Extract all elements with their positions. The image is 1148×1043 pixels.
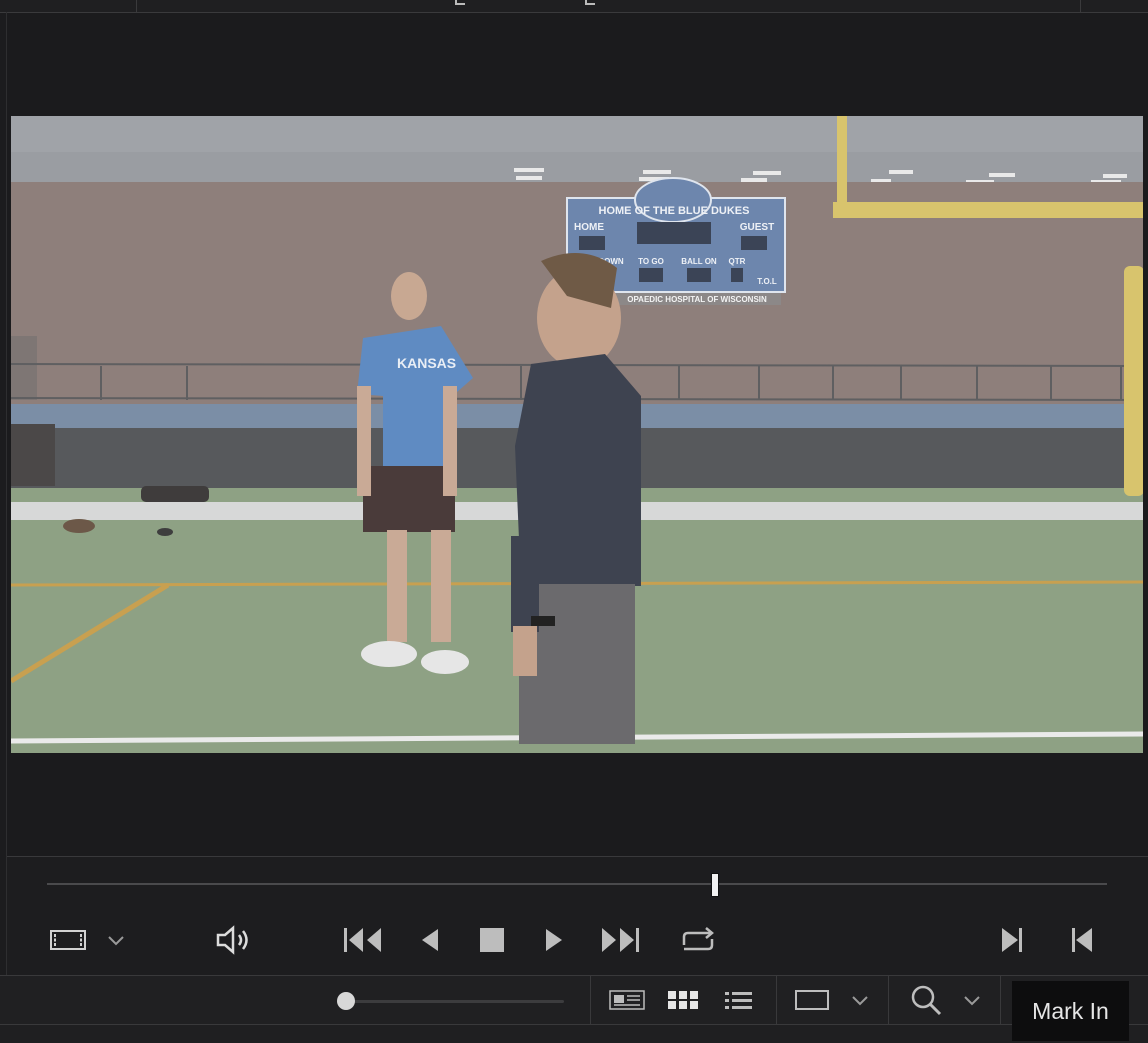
speaker-icon bbox=[216, 925, 248, 955]
step-back-icon bbox=[422, 929, 438, 951]
search-button[interactable] bbox=[906, 982, 946, 1018]
clip-view-dropdown[interactable] bbox=[104, 928, 128, 952]
loop-icon bbox=[682, 927, 714, 951]
svg-text:QTR: QTR bbox=[729, 257, 746, 266]
aspect-button[interactable] bbox=[792, 986, 832, 1014]
list-view-button[interactable] bbox=[720, 986, 758, 1014]
search-icon bbox=[911, 985, 942, 1016]
skip-to-start-icon bbox=[344, 928, 381, 952]
chevron-down-icon bbox=[852, 996, 868, 1006]
svg-text:KANSAS: KANSAS bbox=[397, 355, 456, 371]
svg-text:TO GO: TO GO bbox=[638, 257, 664, 266]
mark-in-icon bbox=[1002, 928, 1022, 952]
toolbar-divider bbox=[776, 976, 777, 1025]
svg-text:T.O.L: T.O.L bbox=[757, 277, 777, 286]
aspect-dropdown[interactable] bbox=[848, 988, 872, 1012]
mark-in-tooltip: Mark In bbox=[1012, 981, 1129, 1041]
mark-out-icon bbox=[1072, 928, 1092, 952]
svg-text:OPAEDIC HOSPITAL OF WISCONSIN: OPAEDIC HOSPITAL OF WISCONSIN bbox=[627, 295, 767, 304]
toolbar-divider bbox=[590, 976, 591, 1025]
transport-panel bbox=[7, 856, 1148, 976]
thumbnail-zoom-slider[interactable] bbox=[346, 1000, 564, 1003]
play-button[interactable] bbox=[538, 922, 570, 958]
skip-to-start-button[interactable] bbox=[340, 922, 386, 958]
thumbnail-zoom-handle[interactable] bbox=[337, 992, 355, 1010]
media-pool-toolbar bbox=[0, 975, 1148, 1025]
out-bracket-marker bbox=[585, 0, 595, 5]
clip-view-icon bbox=[50, 930, 86, 950]
search-dropdown[interactable] bbox=[960, 988, 984, 1012]
clip-view-button[interactable] bbox=[48, 924, 88, 956]
top-toolbar bbox=[0, 0, 1148, 13]
video-frame-image: HOME OF THE BLUE DUKES HOME GUEST DOWN T… bbox=[11, 116, 1143, 753]
skip-to-end-icon bbox=[602, 928, 639, 952]
video-frame: HOME OF THE BLUE DUKES HOME GUEST DOWN T… bbox=[11, 116, 1143, 753]
toolbar-divider bbox=[888, 976, 889, 1025]
toolbar-divider bbox=[136, 0, 137, 12]
list-view-icon bbox=[725, 992, 752, 1009]
loop-button[interactable] bbox=[674, 922, 722, 958]
svg-text:HOME: HOME bbox=[574, 222, 604, 233]
audio-button[interactable] bbox=[210, 920, 254, 960]
mark-in-button[interactable] bbox=[994, 922, 1030, 958]
status-strip bbox=[0, 1024, 1148, 1043]
stop-button[interactable] bbox=[474, 922, 510, 958]
svg-text:GUEST: GUEST bbox=[740, 222, 774, 233]
metadata-view-icon bbox=[609, 990, 645, 1010]
aspect-rect-icon bbox=[795, 990, 829, 1010]
svg-text:BALL ON: BALL ON bbox=[681, 257, 717, 266]
grid-view-icon bbox=[668, 991, 698, 1009]
step-back-button[interactable] bbox=[414, 922, 446, 958]
playhead-handle[interactable] bbox=[710, 873, 719, 897]
chevron-down-icon bbox=[108, 936, 124, 946]
svg-text:HOME OF THE BLUE DUKES: HOME OF THE BLUE DUKES bbox=[599, 205, 750, 217]
metadata-view-button[interactable] bbox=[606, 986, 648, 1014]
mark-out-button[interactable] bbox=[1064, 922, 1100, 958]
toolbar-divider bbox=[1080, 0, 1081, 12]
timeline-scrubber[interactable] bbox=[47, 883, 1107, 885]
stop-icon bbox=[480, 928, 504, 952]
skip-to-end-button[interactable] bbox=[596, 922, 644, 958]
grid-view-button[interactable] bbox=[664, 986, 702, 1014]
chevron-down-icon bbox=[964, 996, 980, 1006]
toolbar-divider bbox=[1000, 976, 1001, 1025]
in-bracket-marker bbox=[455, 0, 465, 5]
play-icon bbox=[546, 929, 562, 951]
